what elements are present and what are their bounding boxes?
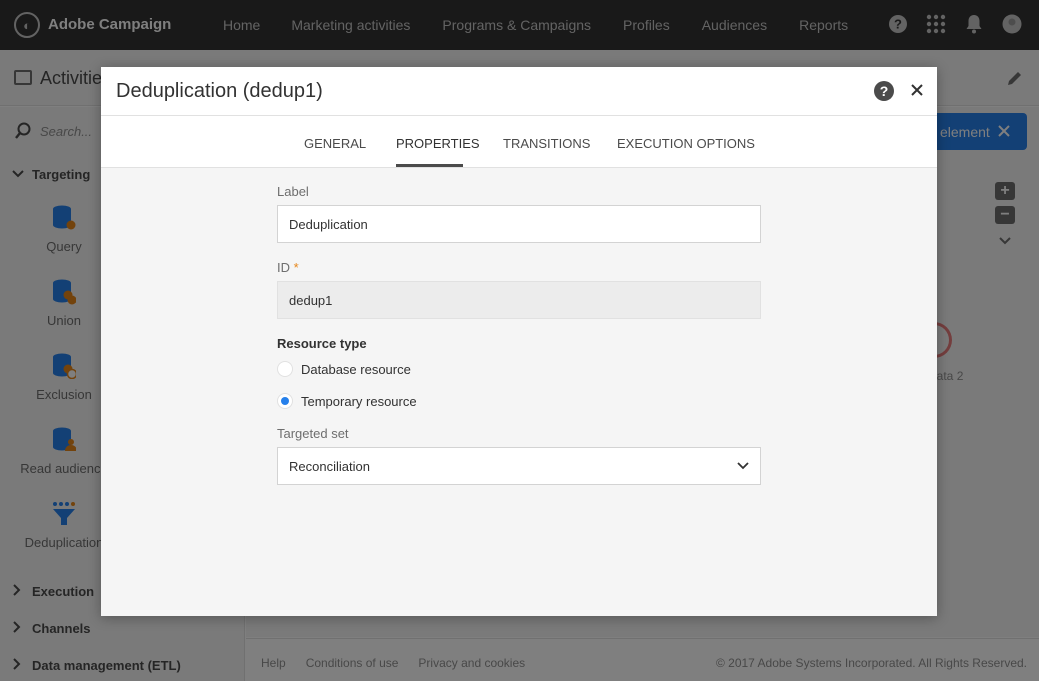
radio-button[interactable] — [277, 361, 293, 377]
dialog-tabs: GENERAL PROPERTIES TRANSITIONS EXECUTION… — [101, 116, 937, 168]
tab-execution-options[interactable]: EXECUTION OPTIONS — [617, 136, 755, 151]
chevron-down-icon — [736, 459, 750, 473]
id-input-value: dedup1 — [289, 292, 333, 308]
radio-label: Database resource — [301, 361, 411, 377]
radio-label: Temporary resource — [301, 393, 417, 409]
id-field-label: ID * — [277, 260, 299, 275]
id-input[interactable]: dedup1 — [277, 281, 761, 319]
resource-type-heading: Resource type — [277, 336, 367, 351]
label-field-label: Label — [277, 184, 309, 199]
id-label-text: ID — [277, 260, 290, 275]
dialog-header: Deduplication (dedup1) ? — [101, 67, 937, 116]
help-icon[interactable]: ? — [874, 81, 894, 101]
active-tab-indicator — [396, 164, 463, 167]
label-input-value: Deduplication — [289, 216, 368, 232]
tab-properties[interactable]: PROPERTIES — [396, 136, 480, 151]
targeted-set-label: Targeted set — [277, 426, 349, 441]
required-marker: * — [293, 260, 299, 275]
targeted-set-select[interactable]: Reconciliation — [277, 447, 761, 485]
targeted-set-value: Reconciliation — [289, 458, 370, 474]
radio-temporary-resource[interactable]: Temporary resource — [277, 393, 417, 409]
radio-database-resource[interactable]: Database resource — [277, 361, 411, 377]
dialog-title: Deduplication (dedup1) — [116, 80, 323, 102]
label-input[interactable]: Deduplication — [277, 205, 761, 243]
radio-button-selected[interactable] — [277, 393, 293, 409]
tab-general[interactable]: GENERAL — [304, 136, 366, 151]
deduplication-dialog: Deduplication (dedup1) ? GENERAL PROPERT… — [101, 67, 937, 616]
close-icon[interactable] — [907, 80, 927, 100]
tab-transitions[interactable]: TRANSITIONS — [503, 136, 590, 151]
